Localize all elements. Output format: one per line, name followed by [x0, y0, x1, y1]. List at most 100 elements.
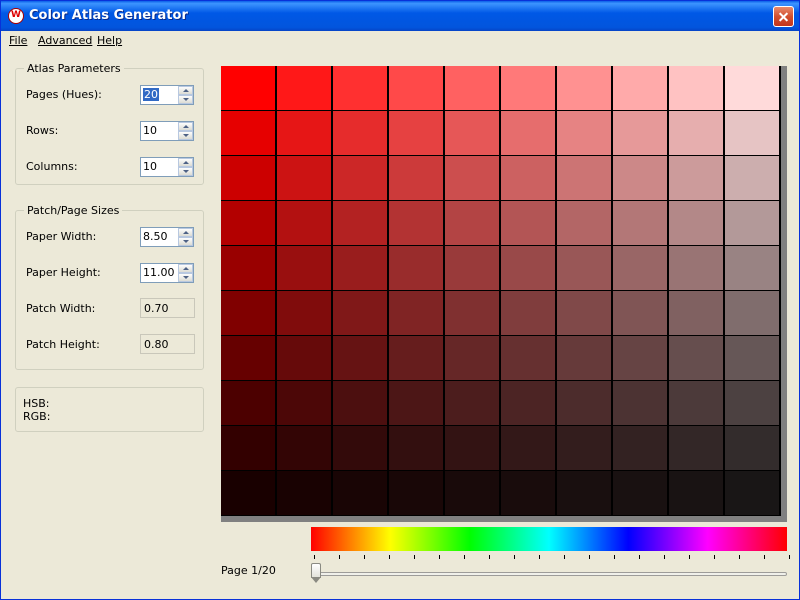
rows-up-button[interactable]	[178, 122, 193, 131]
paper-width-value[interactable]: 8.50	[143, 230, 168, 243]
color-patch[interactable]	[389, 426, 443, 470]
color-patch[interactable]	[445, 111, 499, 155]
color-patch[interactable]	[445, 336, 499, 380]
menu-help[interactable]: Help	[97, 34, 122, 47]
color-patch[interactable]	[389, 156, 443, 200]
title-bar[interactable]: Color Atlas Generator	[1, 1, 799, 31]
color-patch[interactable]	[277, 246, 331, 290]
color-patch[interactable]	[389, 336, 443, 380]
columns-spinner[interactable]: 10	[140, 157, 194, 177]
paper-height-down-button[interactable]	[178, 273, 193, 282]
color-patch[interactable]	[333, 156, 387, 200]
color-patch[interactable]	[669, 66, 723, 110]
color-patch[interactable]	[221, 381, 275, 425]
color-patch[interactable]	[333, 246, 387, 290]
color-patch[interactable]	[445, 426, 499, 470]
paper-width-up-button[interactable]	[178, 228, 193, 237]
color-patch[interactable]	[669, 471, 723, 515]
color-patch[interactable]	[557, 156, 611, 200]
color-patch[interactable]	[389, 66, 443, 110]
color-patch[interactable]	[557, 381, 611, 425]
color-patch[interactable]	[613, 426, 667, 470]
color-patch[interactable]	[333, 336, 387, 380]
color-patch[interactable]	[613, 111, 667, 155]
atlas-grid[interactable]	[221, 66, 781, 516]
color-patch[interactable]	[613, 66, 667, 110]
page-slider-track[interactable]	[311, 572, 787, 576]
color-patch[interactable]	[389, 201, 443, 245]
color-patch[interactable]	[501, 111, 555, 155]
color-patch[interactable]	[557, 246, 611, 290]
color-patch[interactable]	[333, 381, 387, 425]
rows-spinner[interactable]: 10	[140, 121, 194, 141]
color-patch[interactable]	[501, 291, 555, 335]
color-patch[interactable]	[333, 471, 387, 515]
color-patch[interactable]	[221, 246, 275, 290]
rows-down-button[interactable]	[178, 131, 193, 140]
color-patch[interactable]	[557, 201, 611, 245]
color-patch[interactable]	[333, 291, 387, 335]
color-patch[interactable]	[389, 471, 443, 515]
color-patch[interactable]	[613, 291, 667, 335]
paper-height-up-button[interactable]	[178, 264, 193, 273]
close-button[interactable]	[773, 6, 794, 27]
color-patch[interactable]	[669, 111, 723, 155]
color-patch[interactable]	[277, 66, 331, 110]
color-patch[interactable]	[389, 381, 443, 425]
color-patch[interactable]	[725, 201, 779, 245]
color-patch[interactable]	[557, 291, 611, 335]
color-patch[interactable]	[613, 471, 667, 515]
color-patch[interactable]	[669, 426, 723, 470]
color-patch[interactable]	[277, 156, 331, 200]
color-patch[interactable]	[445, 471, 499, 515]
color-patch[interactable]	[501, 426, 555, 470]
color-patch[interactable]	[669, 246, 723, 290]
page-slider-thumb[interactable]	[311, 563, 321, 583]
menu-file[interactable]: File	[9, 34, 27, 47]
rows-value[interactable]: 10	[143, 124, 157, 137]
color-patch[interactable]	[725, 156, 779, 200]
pages-up-button[interactable]	[178, 86, 193, 95]
color-patch[interactable]	[669, 336, 723, 380]
color-patch[interactable]	[221, 156, 275, 200]
color-patch[interactable]	[557, 336, 611, 380]
color-patch[interactable]	[445, 156, 499, 200]
color-patch[interactable]	[221, 201, 275, 245]
color-patch[interactable]	[333, 111, 387, 155]
color-patch[interactable]	[613, 381, 667, 425]
color-patch[interactable]	[557, 471, 611, 515]
color-patch[interactable]	[725, 336, 779, 380]
color-patch[interactable]	[725, 66, 779, 110]
color-patch[interactable]	[221, 426, 275, 470]
paper-height-spinner[interactable]: 11.00	[140, 263, 194, 283]
color-patch[interactable]	[613, 156, 667, 200]
color-patch[interactable]	[333, 426, 387, 470]
color-patch[interactable]	[221, 66, 275, 110]
columns-down-button[interactable]	[178, 167, 193, 176]
color-patch[interactable]	[389, 246, 443, 290]
color-patch[interactable]	[501, 201, 555, 245]
color-patch[interactable]	[501, 66, 555, 110]
color-patch[interactable]	[725, 426, 779, 470]
color-patch[interactable]	[613, 246, 667, 290]
pages-value[interactable]: 20	[143, 88, 159, 101]
color-patch[interactable]	[221, 471, 275, 515]
color-patch[interactable]	[389, 111, 443, 155]
columns-up-button[interactable]	[178, 158, 193, 167]
color-patch[interactable]	[277, 336, 331, 380]
color-patch[interactable]	[221, 336, 275, 380]
color-patch[interactable]	[669, 201, 723, 245]
color-patch[interactable]	[613, 201, 667, 245]
color-patch[interactable]	[669, 291, 723, 335]
color-patch[interactable]	[557, 426, 611, 470]
paper-height-value[interactable]: 11.00	[143, 266, 175, 279]
color-patch[interactable]	[501, 471, 555, 515]
color-patch[interactable]	[557, 111, 611, 155]
columns-value[interactable]: 10	[143, 160, 157, 173]
color-patch[interactable]	[725, 291, 779, 335]
color-patch[interactable]	[277, 201, 331, 245]
color-patch[interactable]	[277, 381, 331, 425]
color-patch[interactable]	[725, 111, 779, 155]
color-patch[interactable]	[389, 291, 443, 335]
color-patch[interactable]	[277, 111, 331, 155]
